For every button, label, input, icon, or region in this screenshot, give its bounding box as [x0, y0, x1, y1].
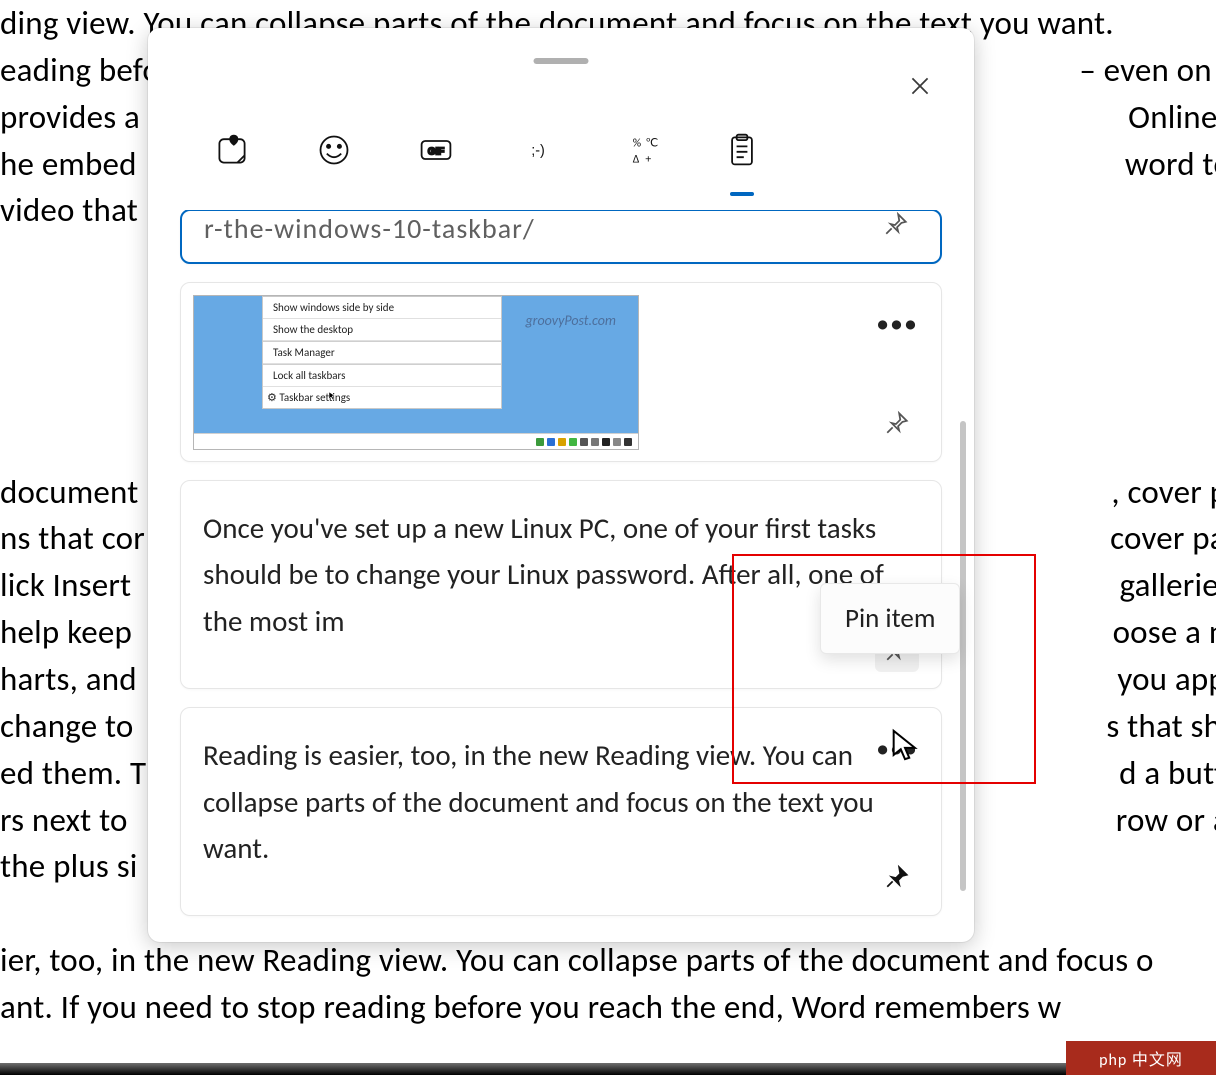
emoji-clipboard-panel: GIF ;-) % ℃ Δ + r-the-windows-10-taskbar/ g…: [148, 28, 974, 942]
clipboard-item-1[interactable]: r-the-windows-10-taskbar/: [180, 210, 942, 264]
tab-recent[interactable]: [210, 128, 254, 172]
ctx-item: Task Manager: [263, 342, 501, 364]
smiley-icon: [316, 132, 352, 168]
clipboard-item-2[interactable]: groovyPost.com Show windows side by side…: [180, 282, 942, 462]
svg-text:;-): ;-): [531, 143, 545, 159]
close-icon: [907, 73, 933, 99]
close-button[interactable]: [902, 68, 938, 104]
image-thumbnail: groovyPost.com Show windows side by side…: [193, 295, 639, 450]
tab-emoji[interactable]: [312, 128, 356, 172]
kaomoji-icon: ;-): [520, 132, 556, 168]
ctx-item: ⚙ Taskbar settings: [263, 387, 501, 408]
context-menu-inside-thumb: Show windows side by side Show the deskt…: [262, 296, 502, 409]
svg-text:GIF: GIF: [428, 147, 444, 158]
mouse-cursor-icon: [890, 728, 920, 762]
more-button[interactable]: •••: [875, 301, 919, 345]
svg-text:Δ: Δ: [633, 153, 640, 167]
mini-cursor-icon: [328, 391, 338, 401]
mini-taskbar: [194, 433, 638, 449]
drag-handle[interactable]: [534, 58, 589, 64]
tab-kaomoji[interactable]: ;-): [516, 128, 560, 172]
pin-button[interactable]: [874, 210, 918, 246]
pin-button-pinned[interactable]: [875, 855, 919, 899]
symbols-icon: % ℃ Δ +: [622, 132, 658, 168]
site-watermark: php 中文网: [1066, 1041, 1216, 1075]
bottom-dark-bar: [0, 1063, 1216, 1075]
tab-bar: GIF ;-) % ℃ Δ +: [148, 28, 974, 172]
ctx-item: Lock all taskbars: [263, 365, 501, 387]
svg-text:%: %: [633, 136, 641, 150]
sticker-heart-icon: [214, 132, 250, 168]
clip-text: r-the-windows-10-taskbar/: [182, 211, 940, 262]
pin-filled-icon: [884, 864, 910, 890]
annotation-highlight-box: [732, 554, 1036, 784]
tab-symbols[interactable]: % ℃ Δ +: [618, 128, 662, 172]
tab-gif[interactable]: GIF: [414, 128, 458, 172]
clipboard-icon: [724, 132, 760, 168]
pin-outline-icon: [883, 211, 909, 237]
svg-text:+: +: [645, 153, 651, 167]
pin-button[interactable]: [875, 401, 919, 445]
ctx-item: Show the desktop: [263, 319, 501, 341]
gif-icon: GIF: [418, 132, 454, 168]
thumb-watermark: groovyPost.com: [525, 312, 616, 329]
tab-clipboard[interactable]: [720, 128, 764, 172]
pin-outline-icon: [884, 410, 910, 436]
ctx-item: Show windows side by side: [263, 297, 501, 319]
svg-text:℃: ℃: [645, 136, 658, 150]
